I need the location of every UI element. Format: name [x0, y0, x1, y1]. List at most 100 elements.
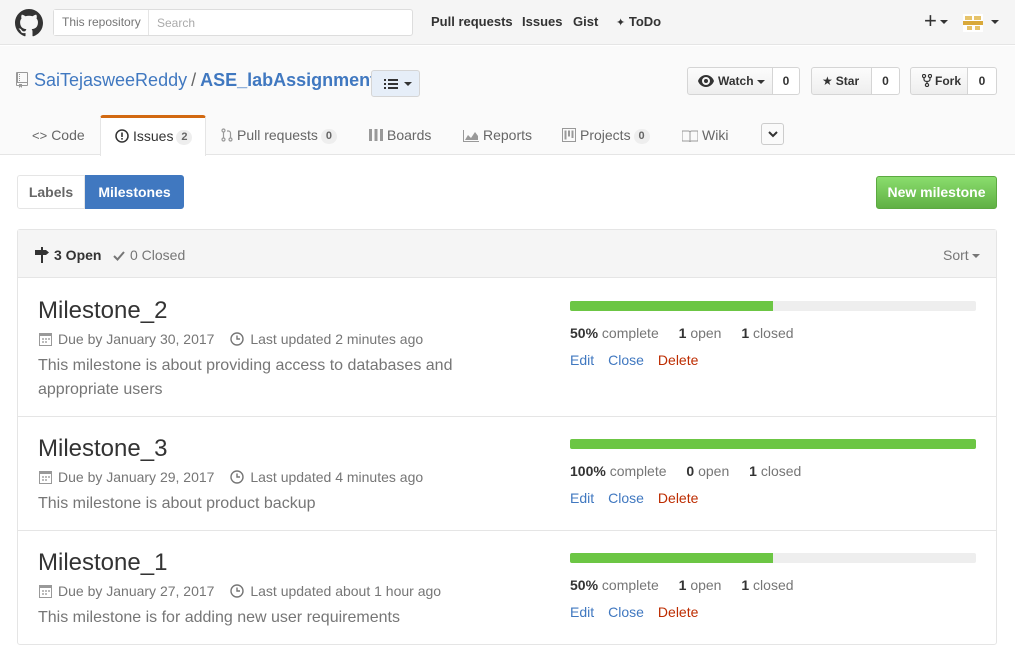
chevron-down-icon [404, 82, 412, 86]
book-icon [681, 117, 699, 157]
close-link[interactable]: Close [608, 352, 644, 368]
labels-tab[interactable]: Labels [17, 175, 85, 209]
milestone-title[interactable]: Milestone_1 [38, 549, 167, 577]
sort-dropdown[interactable]: Sort [943, 247, 980, 263]
open-issues-count[interactable]: 1 open [679, 325, 722, 341]
issues-counter: 2 [176, 130, 193, 145]
boards-icon [369, 117, 383, 157]
nav-todo-label: ToDo [628, 14, 662, 29]
milestone-last-updated: Last updated 4 minutes ago [250, 469, 424, 485]
closed-issues-count[interactable]: 1 closed [749, 463, 801, 479]
clock-icon [230, 469, 250, 485]
repo-owner-link[interactable]: SaiTejasweeReddy [34, 70, 187, 90]
complete-word: complete [601, 325, 659, 341]
chevron-down-icon [971, 254, 980, 259]
tab-pull-requests[interactable]: Pull requests 0 [221, 115, 337, 155]
fork-icon [921, 70, 933, 96]
repo-icon [16, 72, 28, 88]
projects-counter: 0 [633, 129, 650, 144]
repo-title: SaiTejasweeReddy / ASE_labAssignments [34, 70, 386, 91]
fork-count[interactable]: 0 [968, 67, 997, 95]
repo-name-link[interactable]: ASE_labAssignments [200, 70, 386, 90]
chevron-down-icon [939, 20, 948, 25]
milestone-title[interactable]: Milestone_3 [38, 435, 167, 463]
nav-pull-requests[interactable]: Pull requests [431, 14, 513, 29]
todo-icon: ✦ [616, 17, 626, 29]
plus-icon: + [924, 8, 937, 33]
milestone-actions: Edit Close Delete [570, 490, 712, 506]
fork-button[interactable]: Fork [910, 67, 968, 95]
star-button[interactable]: ★ Star [811, 67, 872, 95]
open-count-value: 1 [678, 325, 687, 341]
nav-issues[interactable]: Issues [522, 14, 562, 29]
closed-issues-count[interactable]: 1 closed [741, 577, 793, 593]
fork-label: Fork [935, 74, 962, 88]
open-count-label: 3 Open [54, 247, 102, 263]
milestone-list: 3 Open 0 Closed Sort Milestone_2 Due by … [17, 229, 997, 645]
search-scope-label[interactable]: This repository [54, 10, 149, 35]
list-menu-button[interactable] [371, 70, 420, 97]
edit-link[interactable]: Edit [570, 352, 594, 368]
nav-gist[interactable]: Gist [573, 14, 598, 29]
watch-count[interactable]: 0 [773, 67, 800, 95]
sort-label: Sort [943, 247, 969, 263]
delete-link[interactable]: Delete [658, 352, 698, 368]
progress-fill [570, 439, 976, 449]
watch-button[interactable]: Watch [687, 67, 773, 95]
delete-link[interactable]: Delete [658, 604, 698, 620]
repo-path-separator: / [191, 70, 197, 90]
milestone-last-updated: Last updated 2 minutes ago [250, 331, 424, 347]
milestone-stats: 100% complete 0 open 1 closed [570, 463, 817, 479]
milestone-due-date: Due by January 30, 2017 [58, 331, 215, 347]
milestone-actions: Edit Close Delete [570, 352, 712, 368]
delete-link[interactable]: Delete [658, 490, 698, 506]
milestone-progress-bar [570, 439, 976, 449]
pull-request-icon [221, 117, 233, 157]
progress-fill [570, 553, 773, 563]
chevron-down-icon [756, 79, 765, 84]
create-new-menu[interactable]: + [924, 10, 948, 32]
closed-word: closed [753, 577, 794, 593]
avatar[interactable] [963, 14, 983, 32]
clock-icon [230, 583, 250, 599]
milestone-title[interactable]: Milestone_2 [38, 297, 167, 325]
open-issues-count[interactable]: 0 open [686, 463, 729, 479]
search-input[interactable] [150, 10, 412, 35]
issue-icon [115, 120, 129, 156]
tab-wiki[interactable]: Wiki [681, 115, 728, 157]
tab-projects[interactable]: Projects 0 [562, 115, 650, 155]
more-tabs-button[interactable] [761, 123, 784, 145]
open-milestones-filter[interactable]: 3 Open [35, 247, 101, 266]
close-link[interactable]: Close [608, 604, 644, 620]
edit-link[interactable]: Edit [570, 604, 594, 620]
edit-link[interactable]: Edit [570, 490, 594, 506]
milestone-row: Milestone_3 Due by January 29, 2017 Last… [18, 417, 996, 531]
project-icon [562, 117, 576, 157]
tab-issues[interactable]: Issues 2 [100, 115, 206, 156]
percent-complete: 100% complete [570, 463, 667, 479]
open-issues-count[interactable]: 1 open [679, 577, 722, 593]
milestone-row: Milestone_1 Due by January 27, 2017 Last… [18, 531, 996, 645]
pull-requests-counter: 0 [320, 129, 337, 144]
closed-milestones-filter[interactable]: 0 Closed [113, 247, 185, 264]
closed-count-value: 1 [741, 325, 750, 341]
milestone-stats: 50% complete 1 open 1 closed [570, 325, 810, 341]
github-logo-icon[interactable] [15, 9, 43, 37]
complete-word: complete [601, 577, 659, 593]
nav-todo[interactable]: ✦ ToDo [616, 14, 661, 29]
tab-code[interactable]: <> Code [32, 115, 85, 155]
tab-reports-label: Reports [483, 127, 533, 143]
chevron-down-icon [768, 131, 778, 138]
eye-icon [698, 70, 714, 96]
tab-boards[interactable]: Boards [369, 115, 431, 155]
tab-projects-label: Projects [580, 127, 631, 143]
closed-issues-count[interactable]: 1 closed [741, 325, 793, 341]
star-count[interactable]: 0 [872, 67, 900, 95]
tab-reports[interactable]: Reports [463, 115, 532, 155]
new-milestone-button[interactable]: New milestone [876, 176, 997, 209]
milestones-tab[interactable]: Milestones [85, 175, 184, 209]
closed-count-value: 1 [741, 577, 750, 593]
milestone-stats: 50% complete 1 open 1 closed [570, 577, 810, 593]
close-link[interactable]: Close [608, 490, 644, 506]
avatar-chevron-down-icon[interactable] [991, 20, 999, 24]
